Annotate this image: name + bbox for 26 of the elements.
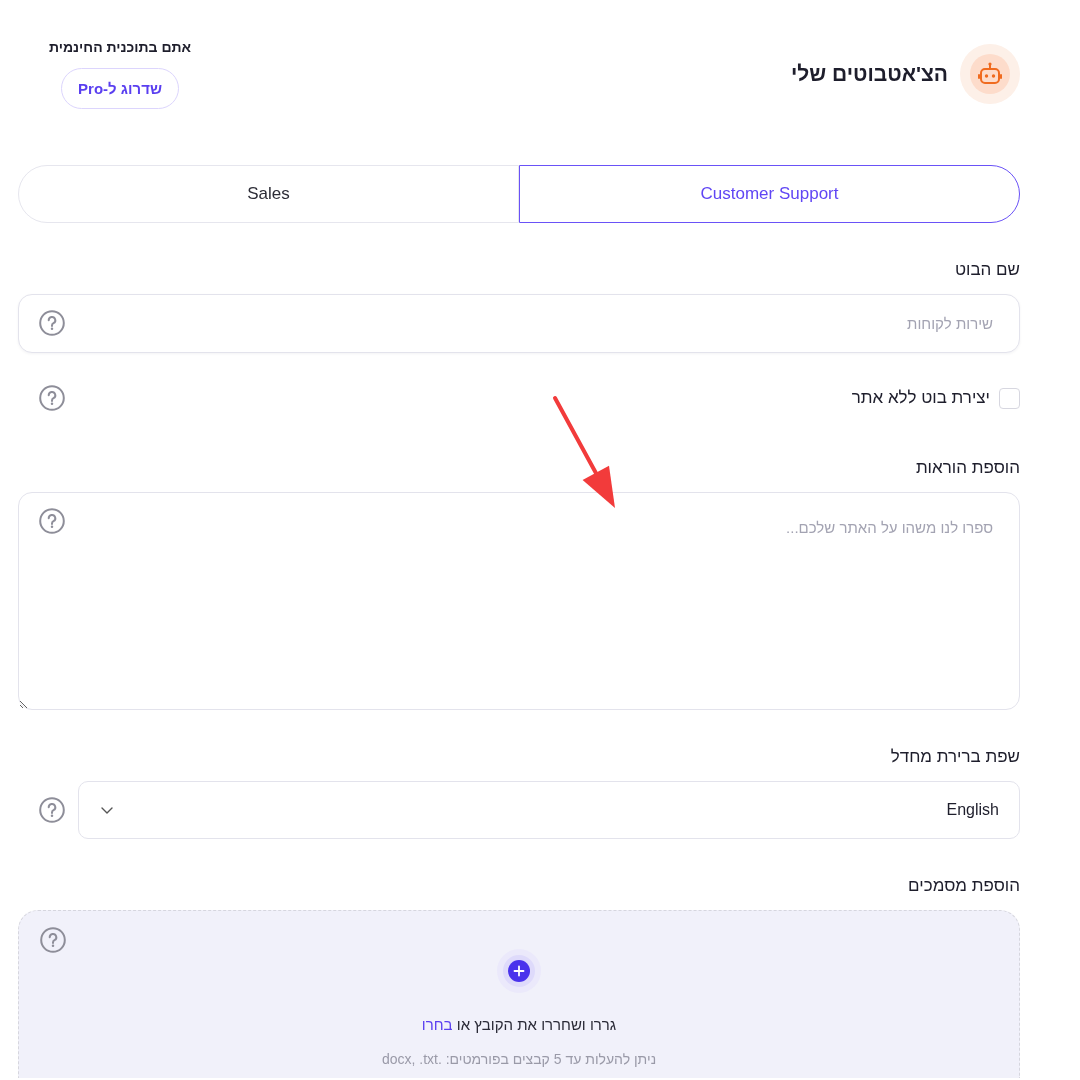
textarea-field[interactable]: ספרו לנו משהו על האתר שלכם...: [18, 492, 1020, 710]
tab[interactable]: Sales: [18, 165, 519, 223]
upload-dropzone[interactable]: גררו ושחררו את הקובץ או בחרו ניתן להעלות עד 5 קבצים בפורמטים: .docx, .txt: [18, 910, 1020, 1078]
field-label: שם הבוט: [953, 259, 1020, 281]
field-label: הוספת הוראות: [914, 457, 1020, 479]
help-icon[interactable]: [39, 385, 65, 411]
checkbox[interactable]: [999, 387, 1020, 409]
plus-icon[interactable]: [497, 949, 541, 993]
help-icon[interactable]: [39, 797, 65, 823]
help-icon[interactable]: [39, 508, 65, 534]
robot-icon: [960, 44, 1020, 104]
browse-link[interactable]: בחרו: [421, 1016, 453, 1033]
upgrade-button[interactable]: שדרוג ל-Pro: [61, 68, 179, 109]
help-icon[interactable]: [40, 927, 66, 953]
plan-note: אתם בתוכנית החינמית: [48, 38, 192, 56]
field-label: שפת ברירת מחדל: [889, 746, 1020, 768]
drop-instructions: גררו ושחררו את הקובץ או בחרו: [421, 1015, 617, 1035]
chevron-down-icon: [101, 806, 113, 814]
page-title: הצ'אטבוטים שלי: [790, 62, 948, 86]
input-field[interactable]: שירות לקוחות: [18, 294, 1020, 353]
checkbox-label[interactable]: יצירת בוט ללא אתר: [851, 388, 990, 408]
help-icon[interactable]: [39, 310, 65, 336]
language-select[interactable]: English: [78, 781, 1020, 839]
field-label: הוספת מסמכים: [907, 875, 1020, 897]
format-hint: ניתן להעלות עד 5 קבצים בפורמטים: .docx, .txt: [381, 1050, 657, 1068]
tab[interactable]: Customer Support: [519, 165, 1020, 223]
